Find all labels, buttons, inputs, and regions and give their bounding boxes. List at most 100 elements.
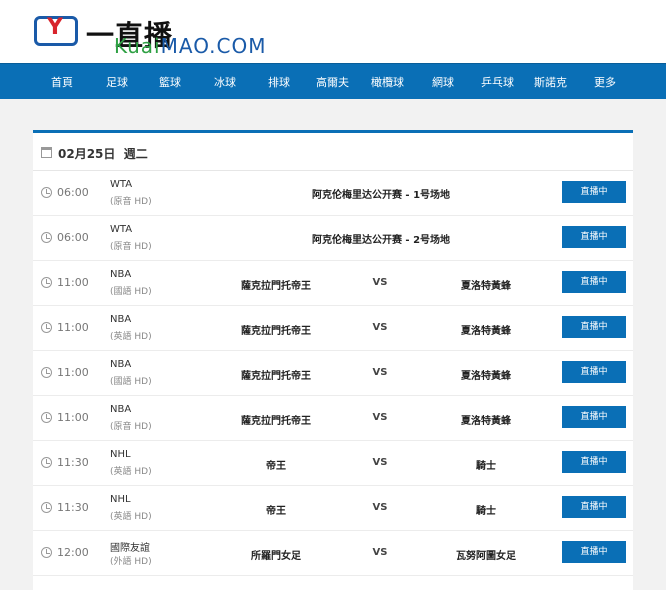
match-channel: (英語 HD) [110, 332, 152, 342]
match-league: WTA [110, 224, 133, 235]
vs-label: VS [372, 547, 388, 558]
match-time: 11:30 [57, 456, 89, 469]
live-button[interactable]: 直播中 [562, 406, 626, 428]
live-button[interactable]: 直播中 [562, 226, 626, 248]
live-button[interactable]: 直播中 [562, 181, 626, 203]
live-button[interactable]: 直播中 [562, 316, 626, 338]
match-time: 06:00 [57, 231, 89, 244]
clock-icon [41, 322, 52, 333]
match-channel: (原音 HD) [110, 242, 152, 252]
clock-icon [41, 277, 52, 288]
nav-item-volleyball[interactable]: 排球 [268, 74, 290, 90]
nav-item-basketball[interactable]: 籃球 [159, 74, 181, 90]
match-channel: (英語 HD) [110, 467, 152, 477]
clock-icon [41, 502, 52, 513]
match-channel: (國語 HD) [110, 377, 152, 387]
match-row: 06:00 WTA (原音 HD) 阿克伦梅里达公开赛 - 2号场地 直播中 [33, 216, 633, 261]
away-team: 騎士 [476, 461, 496, 472]
home-team: 薩克拉門托帝王 [241, 416, 311, 427]
match-row: 06:00 WTA (原音 HD) 阿克伦梅里达公开赛 - 1号场地 直播中 [33, 171, 633, 216]
away-team: 夏洛特黃蜂 [461, 326, 511, 337]
match-row: 12:00 國際友誼 (外語 HD) 所羅門女足 VS 瓦努阿圖女足 直播中 [33, 531, 633, 576]
schedule-panel: 02月25日 週二 06:00 WTA (原音 HD) 阿克伦梅里达公开赛 - … [33, 130, 633, 590]
away-team: 夏洛特黃蜂 [461, 281, 511, 292]
match-time: 06:00 [57, 186, 89, 199]
match-row: 11:00 NBA (原音 HD) 薩克拉門托帝王 VS 夏洛特黃蜂 直播中 [33, 396, 633, 441]
live-button[interactable]: 直播中 [562, 541, 626, 563]
match-row: 11:00 NBA (國語 HD) 薩克拉門托帝王 VS 夏洛特黃蜂 直播中 [33, 261, 633, 306]
match-channel: (原音 HD) [110, 197, 152, 207]
nav-item-golf[interactable]: 高爾夫 [316, 74, 349, 90]
match-time: 11:00 [57, 411, 89, 424]
away-team: 夏洛特黃蜂 [461, 371, 511, 382]
nav-item-table-tennis[interactable]: 乒乓球 [481, 74, 514, 90]
clock-icon [41, 232, 52, 243]
logo-glyph: Y [47, 15, 63, 40]
match-row: 11:30 NHL (英語 HD) 帝王 VS 騎士 直播中 [33, 486, 633, 531]
date-value: 02月25日 [58, 147, 116, 161]
site-header: Y 一直播 KuaiMAO.COM [0, 0, 666, 63]
match-channel: (國語 HD) [110, 287, 152, 297]
match-league: NBA [110, 314, 132, 325]
live-button[interactable]: 直播中 [562, 271, 626, 293]
match-time: 12:00 [57, 546, 89, 559]
home-team: 帝王 [266, 461, 286, 472]
weekday-value: 週二 [123, 147, 148, 161]
vs-label: VS [372, 502, 388, 513]
nav-item-snooker[interactable]: 斯諾克 [534, 74, 567, 90]
match-channel: (原音 HD) [110, 422, 152, 432]
nav-item-rugby[interactable]: 橄欖球 [371, 74, 404, 90]
match-row: 11:30 NHL (英語 HD) 帝王 VS 騎士 直播中 [33, 441, 633, 486]
vs-label: VS [372, 457, 388, 468]
away-team: 瓦努阿圖女足 [456, 551, 516, 562]
match-time: 11:00 [57, 321, 89, 334]
match-league: NHL [110, 494, 131, 505]
home-team: 所羅門女足 [251, 551, 301, 562]
match-title: 阿克伦梅里达公开赛 - 2号场地 [311, 235, 451, 246]
clock-icon [41, 187, 52, 198]
match-channel: (外語 HD) [110, 557, 152, 567]
date-label: 02月25日 週二 [58, 145, 148, 162]
match-league: NBA [110, 404, 132, 415]
match-time: 11:00 [57, 276, 89, 289]
clock-icon [41, 367, 52, 378]
calendar-icon [41, 147, 52, 158]
match-time: 11:30 [57, 501, 89, 514]
match-league: WTA [110, 179, 133, 190]
nav-item-more[interactable]: 更多 [594, 74, 616, 90]
match-row: 11:00 NBA (英語 HD) 薩克拉門托帝王 VS 夏洛特黃蜂 直播中 [33, 306, 633, 351]
nav-item-home[interactable]: 首頁 [51, 74, 73, 90]
match-row: 11:00 NBA (國語 HD) 薩克拉門托帝王 VS 夏洛特黃蜂 直播中 [33, 351, 633, 396]
vs-label: VS [372, 322, 388, 333]
match-league: NHL [110, 449, 131, 460]
away-team: 騎士 [476, 506, 496, 517]
match-league: 國際友誼 [110, 543, 150, 554]
vs-label: VS [372, 412, 388, 423]
live-button[interactable]: 直播中 [562, 361, 626, 383]
nav-item-hockey[interactable]: 冰球 [214, 74, 236, 90]
match-title: 阿克伦梅里达公开赛 - 1号场地 [311, 190, 451, 201]
match-league: NBA [110, 269, 132, 280]
main-nav: 首頁 足球 籃球 冰球 排球 高爾夫 橄欖球 網球 乒乓球 斯諾克 更多 [0, 63, 666, 99]
match-league: NBA [110, 359, 132, 370]
home-team: 薩克拉門托帝王 [241, 326, 311, 337]
vs-label: VS [372, 367, 388, 378]
match-channel: (英語 HD) [110, 512, 152, 522]
nav-item-tennis[interactable]: 網球 [432, 74, 454, 90]
nav-item-football[interactable]: 足球 [106, 74, 128, 90]
clock-icon [41, 547, 52, 558]
home-team: 薩克拉門托帝王 [241, 281, 311, 292]
logo-domain-suffix: MAO.COM [160, 34, 267, 58]
live-button[interactable]: 直播中 [562, 451, 626, 473]
away-team: 夏洛特黃蜂 [461, 416, 511, 427]
clock-icon [41, 457, 52, 468]
logo-domain: KuaiMAO.COM [114, 34, 266, 58]
vs-label: VS [372, 277, 388, 288]
logo-domain-prefix: Kuai [114, 34, 161, 58]
live-button[interactable]: 直播中 [562, 496, 626, 518]
home-team: 帝王 [266, 506, 286, 517]
logo-mark: Y [34, 15, 78, 46]
site-logo[interactable]: Y 一直播 KuaiMAO.COM [34, 12, 314, 58]
home-team: 薩克拉門托帝王 [241, 371, 311, 382]
match-time: 11:00 [57, 366, 89, 379]
